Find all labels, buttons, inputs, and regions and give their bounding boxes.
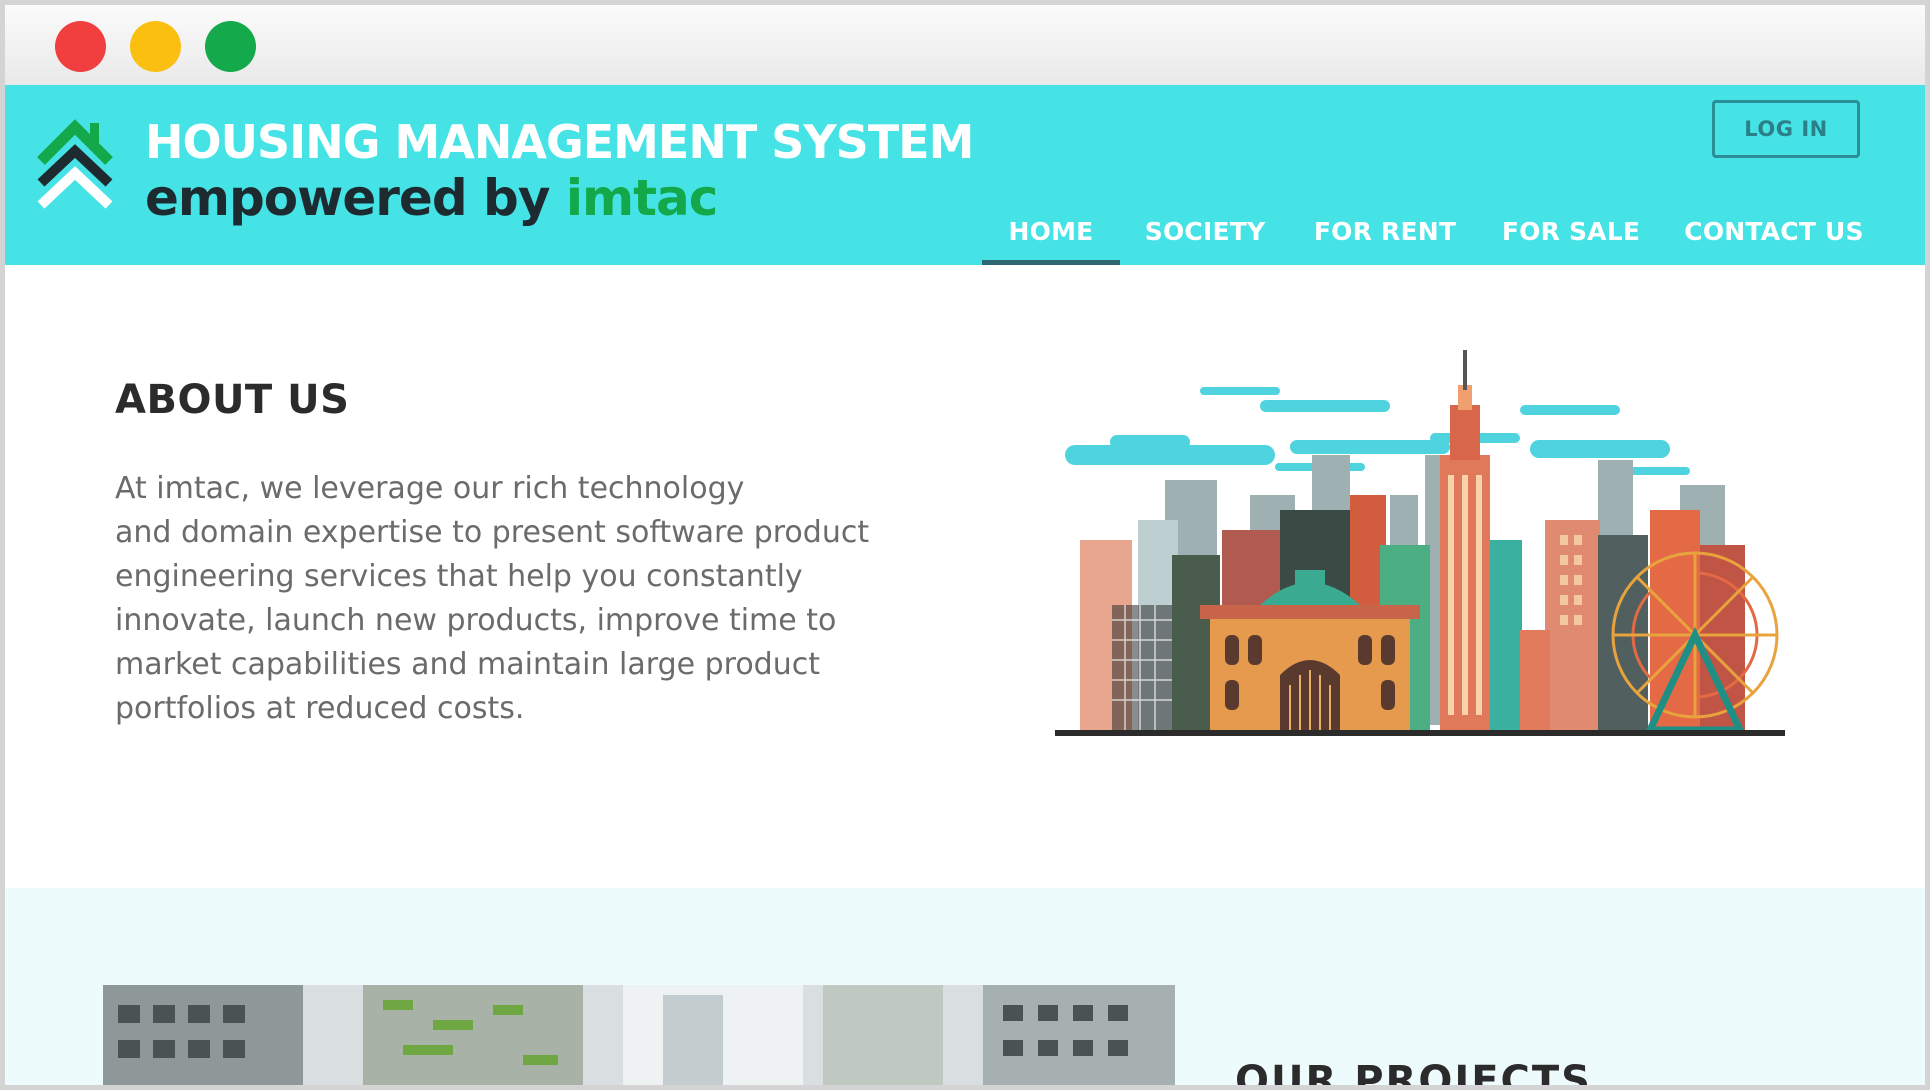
close-window-button[interactable] <box>55 21 106 72</box>
maximize-window-button[interactable] <box>205 21 256 72</box>
about-line: engineering services that help you const… <box>115 559 803 594</box>
projects-building-image <box>103 985 1175 1085</box>
about-paragraph: At imtac, we leverage our rich technolog… <box>115 467 915 731</box>
nav-item-society[interactable]: SOCIETY <box>1145 207 1265 265</box>
nav-item-home[interactable]: HOME <box>982 207 1120 265</box>
about-heading: ABOUT US <box>115 377 350 423</box>
projects-heading: OUR PROJECTS <box>1235 1058 1592 1090</box>
main-nav: HOME SOCIETY FOR RENT FOR SALE CONTACT U… <box>5 207 1925 265</box>
window-titlebar <box>5 5 1925 85</box>
nav-item-for-sale[interactable]: FOR SALE <box>1501 207 1641 265</box>
login-button[interactable]: LOG IN <box>1712 100 1860 158</box>
about-line: At imtac, we leverage our rich technolog… <box>115 471 745 506</box>
minimize-window-button[interactable] <box>130 21 181 72</box>
house-chevron-logo-icon[interactable] <box>35 115 120 210</box>
about-line: innovate, launch new products, improve t… <box>115 603 837 638</box>
browser-window: HOUSING MANAGEMENT SYSTEM empowered by i… <box>0 0 1930 1090</box>
brand-title: HOUSING MANAGEMENT SYSTEM <box>145 115 974 169</box>
projects-section: OUR PROJECTS <box>5 888 1925 1090</box>
site-header: HOUSING MANAGEMENT SYSTEM empowered by i… <box>5 85 1925 265</box>
nav-item-for-rent[interactable]: FOR RENT <box>1314 207 1456 265</box>
about-line: and domain expertise to present software… <box>115 515 870 550</box>
about-line: portfolios at reduced costs. <box>115 691 525 726</box>
nav-item-contact-us[interactable]: CONTACT US <box>1684 207 1863 265</box>
about-line: market capabilities and maintain large p… <box>115 647 820 682</box>
city-skyline-illustration <box>1055 350 1785 736</box>
